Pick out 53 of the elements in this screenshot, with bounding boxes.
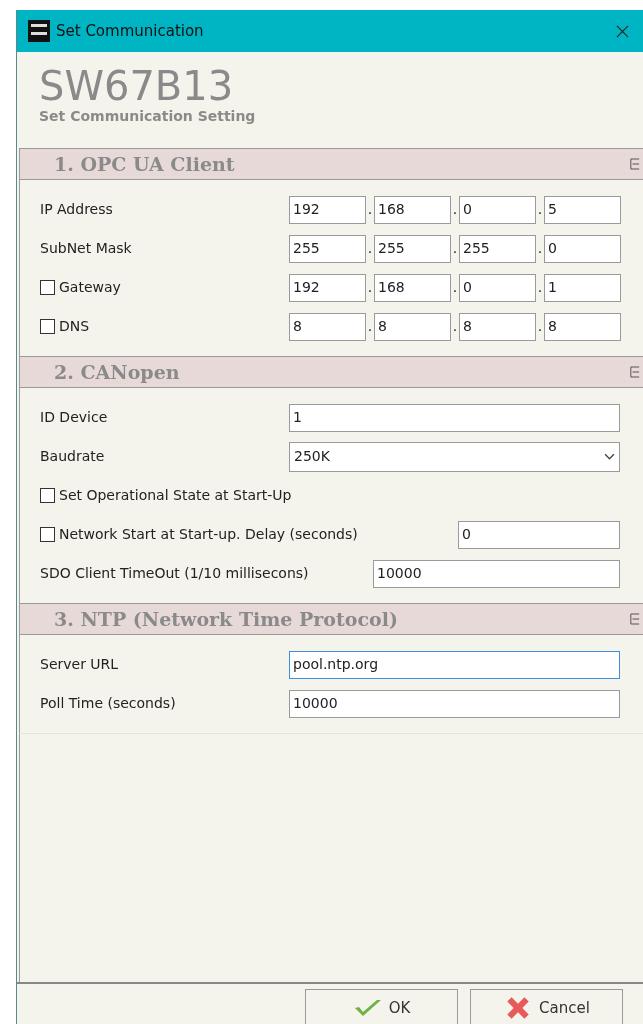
field-label: Baudrate	[40, 447, 105, 466]
octet-dot: .	[536, 317, 544, 336]
text-field[interactable]: 192	[289, 195, 366, 224]
window-title: Set Communication	[56, 20, 205, 42]
text-field[interactable]: 8	[459, 312, 536, 341]
field-label: SDO Client TimeOut (1/10 millisecons)	[40, 564, 309, 583]
octet-dot: .	[451, 317, 459, 336]
octet-dot: .	[366, 239, 374, 258]
field-label: ID Device	[40, 408, 108, 427]
text-field[interactable]: 1	[544, 273, 621, 302]
section-title: 2. CANopen	[54, 359, 180, 385]
field-label: Gateway	[59, 278, 121, 297]
device-subtitle: Set Communication Setting	[39, 108, 257, 124]
text-field[interactable]: 255	[459, 234, 536, 263]
octet-dot: .	[366, 200, 374, 219]
text-field[interactable]: 0	[458, 520, 620, 549]
octet-dot: .	[536, 200, 544, 219]
octet-dot: .	[536, 239, 544, 258]
text-field[interactable]: 8	[374, 312, 451, 341]
field-label: IP Address	[40, 200, 113, 219]
cancel-button[interactable]: Cancel	[470, 989, 623, 1024]
text-field[interactable]: 0	[459, 273, 536, 302]
text-field[interactable]: 8	[544, 312, 621, 341]
octet-dot: .	[366, 278, 374, 297]
octet-dot: .	[451, 239, 459, 258]
section-title: 3. NTP (Network Time Protocol)	[54, 606, 398, 632]
field-label: Set Operational State at Start-Up	[59, 486, 292, 505]
section-title: 1. OPC UA Client	[54, 151, 235, 177]
octet-dot: .	[451, 278, 459, 297]
text-field[interactable]: 0	[544, 234, 621, 263]
text-field[interactable]: 255	[289, 234, 366, 263]
octet-dot: .	[536, 278, 544, 297]
text-field[interactable]: 255	[374, 234, 451, 263]
field-label: SubNet Mask	[40, 239, 132, 258]
text-field[interactable]: 10000	[289, 689, 620, 718]
ok-button[interactable]: OK	[305, 989, 458, 1024]
text-field[interactable]: 0	[459, 195, 536, 224]
field-label: Server URL	[40, 655, 119, 674]
octet-dot: .	[366, 317, 374, 336]
text-field[interactable]: pool.ntp.org	[289, 650, 620, 679]
field-label: DNS	[59, 317, 90, 336]
field-label: Poll Time (seconds)	[40, 694, 176, 713]
text-field[interactable]: 192	[289, 273, 366, 302]
text-field[interactable]: 5	[544, 195, 621, 224]
device-title: SW67B13	[39, 64, 235, 108]
text-field[interactable]: 8	[289, 312, 366, 341]
text-field[interactable]: 1	[289, 403, 620, 432]
text-field[interactable]: 168	[374, 195, 451, 224]
field-label: Network Start at Start-up. Delay (seconds)	[59, 525, 358, 544]
dropdown[interactable]: 250K	[289, 441, 620, 472]
octet-dot: .	[451, 200, 459, 219]
text-field[interactable]: 10000	[373, 559, 620, 588]
text-field[interactable]: 168	[374, 273, 451, 302]
